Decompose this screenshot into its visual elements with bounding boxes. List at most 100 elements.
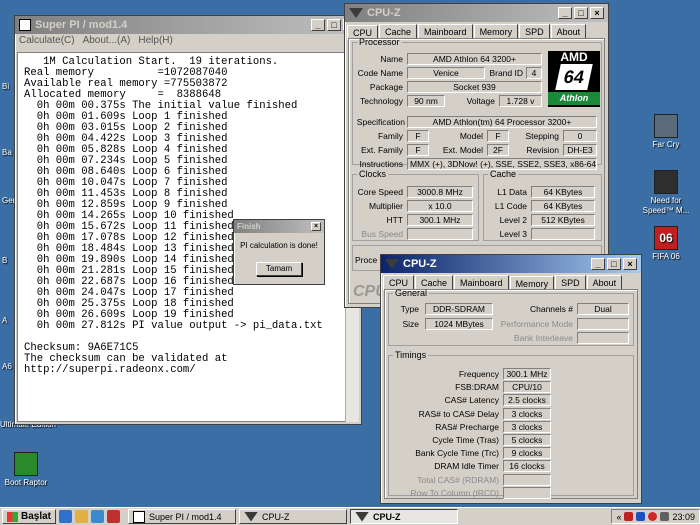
taskbar-item-label: CPU-Z — [262, 511, 290, 522]
memory-tab-panel: General Type DDR-SDRAM Size 1024 MBytes … — [384, 288, 638, 499]
tray-clock[interactable]: 23:09 — [672, 512, 695, 522]
level2-label: Level 2 — [499, 215, 527, 225]
minimize-button[interactable]: _ — [311, 19, 325, 31]
desktop-icon-fifa[interactable]: 06 FIFA 06 — [634, 226, 698, 262]
cpuz-cpu-title: CPU-Z — [367, 7, 401, 19]
timing-value: CPU/10 — [503, 381, 551, 394]
performance-mode-value — [577, 318, 629, 330]
extfamily-value: F — [407, 144, 429, 156]
start-label: Başlat — [21, 511, 52, 522]
menu-calculate[interactable]: Calculate(C) — [19, 35, 75, 49]
package-label: Package — [369, 82, 403, 92]
tray-volume-icon[interactable] — [660, 512, 670, 521]
quicklaunch-app-icon[interactable] — [107, 510, 121, 523]
l1code-label: L1 Code — [494, 201, 527, 211]
processor-legend: Processor — [359, 37, 400, 47]
start-button[interactable]: Başlat — [2, 509, 57, 524]
superpi-titlebar[interactable]: Super PI / mod1.4 _ □ × — [15, 16, 361, 34]
timing-value: 3 clocks — [503, 407, 551, 420]
timing-label: Cycle Time (Tras) — [432, 435, 499, 445]
media-icon[interactable] — [91, 510, 105, 523]
extmodel-value: 2F — [487, 144, 509, 156]
need-for-speed-icon — [654, 170, 678, 194]
desktop-icon-boot-raptor[interactable]: Boot Raptor — [0, 452, 58, 488]
model-value: F — [487, 130, 509, 142]
timings-legend: Timings — [395, 350, 427, 360]
desktop-edge-label: B — [2, 256, 8, 265]
superpi-app-icon — [19, 19, 31, 31]
tray-expand-icon[interactable]: « — [616, 512, 621, 522]
cpuz-memory-titlebar[interactable]: CPU-Z _ □ × — [381, 255, 641, 273]
cpuz-memory-title: CPU-Z — [403, 258, 437, 270]
amd-logo-text: AMD — [560, 50, 588, 64]
ie-icon[interactable] — [59, 510, 73, 523]
brandid-value: 4 — [526, 67, 542, 79]
finish-titlebar[interactable]: Finish × — [234, 220, 324, 233]
athlon-logo-text: Athlon — [548, 92, 600, 105]
timing-label: Total CAS# (RDRAM) — [417, 474, 499, 485]
corespeed-value: 3000.8 MHz — [407, 186, 473, 198]
superpi-menubar: Calculate(C) About...(A) Help(H) — [15, 34, 361, 50]
level3-value — [531, 228, 595, 240]
folder-icon[interactable] — [75, 510, 89, 523]
console-line: http://superpi.radeonx.com/ — [24, 364, 196, 376]
performance-mode-label: Performance Mode — [500, 319, 573, 329]
superpi-title: Super PI / mod1.4 — [35, 19, 128, 31]
windows-logo-icon — [7, 511, 18, 522]
maximize-button[interactable]: □ — [574, 7, 588, 19]
memory-type-value: DDR-SDRAM — [425, 303, 493, 315]
tray-network-icon[interactable] — [636, 512, 646, 521]
timing-label: Frequency — [458, 369, 499, 379]
corespeed-label: Core Speed — [357, 187, 403, 197]
menu-about[interactable]: About...(A) — [83, 35, 131, 49]
l1code-value: 64 KBytes — [531, 200, 595, 212]
timing-value: 5 clocks — [503, 434, 551, 446]
l1data-value: 64 KBytes — [531, 186, 595, 198]
maximize-button[interactable]: □ — [607, 258, 621, 270]
cpuz-app-icon — [349, 8, 363, 18]
fifa-icon: 06 — [654, 226, 678, 250]
far-cry-icon — [654, 114, 678, 138]
desktop-icon-need-for-speed[interactable]: Need for Speed™ M... — [634, 170, 698, 216]
specification-label: Specification — [356, 117, 405, 127]
family-value: F — [407, 130, 429, 142]
close-button[interactable]: × — [590, 7, 604, 19]
taskbar-item-superpi[interactable]: Super PI / mod1.4 — [128, 509, 237, 524]
minimize-button[interactable]: _ — [558, 7, 572, 19]
timing-value — [503, 473, 551, 486]
close-button[interactable]: × — [623, 258, 637, 270]
desktop-icon-far-cry[interactable]: Far Cry — [634, 114, 698, 150]
stepping-value: 0 — [563, 130, 597, 142]
htt-value: 300.1 MHz — [407, 214, 473, 226]
multiplier-label: Multiplier — [368, 201, 403, 211]
technology-label: Technology — [359, 96, 403, 106]
timing-label: CAS# Latency — [444, 395, 499, 406]
busspeed-value — [407, 228, 473, 240]
cpuz-app-icon — [355, 511, 370, 522]
timing-value — [503, 486, 551, 499]
tray-app-icon[interactable] — [624, 512, 634, 521]
instructions-label: Instructions — [359, 159, 403, 169]
menu-help[interactable]: Help(H) — [138, 35, 172, 49]
amd64-mark: 64 — [555, 64, 593, 90]
channels-value: Dual — [577, 303, 629, 315]
timing-label: RAS# Precharge — [435, 421, 499, 432]
memory-size-value: 1024 MBytes — [425, 318, 493, 330]
ok-button[interactable]: Tamam — [256, 262, 302, 276]
desktop-icon-label: Need for Speed™ M... — [642, 196, 690, 215]
cpuz-cpu-titlebar[interactable]: CPU-Z _ □ × — [345, 4, 608, 22]
taskbar: Başlat Super PI / mod1.4 CPU-Z CPU-Z « 2… — [0, 507, 700, 525]
taskbar-item-cpuz[interactable]: CPU-Z — [239, 509, 348, 524]
desktop-icon-label: Boot Raptor — [4, 478, 48, 487]
voltage-value: 1.728 v — [499, 95, 542, 107]
close-button[interactable]: × — [311, 222, 321, 231]
maximize-button[interactable]: □ — [327, 19, 341, 31]
desktop-icon-label: FIFA 06 — [652, 252, 680, 261]
taskbar-item-cpuz-active[interactable]: CPU-Z — [350, 509, 459, 524]
level3-label: Level 3 — [499, 229, 527, 239]
package-value: Socket 939 — [407, 81, 542, 93]
tray-security-icon[interactable] — [648, 512, 658, 521]
minimize-button[interactable]: _ — [591, 258, 605, 270]
size-label: Size — [402, 319, 419, 329]
desktop-icon-label: Far Cry — [652, 140, 680, 149]
